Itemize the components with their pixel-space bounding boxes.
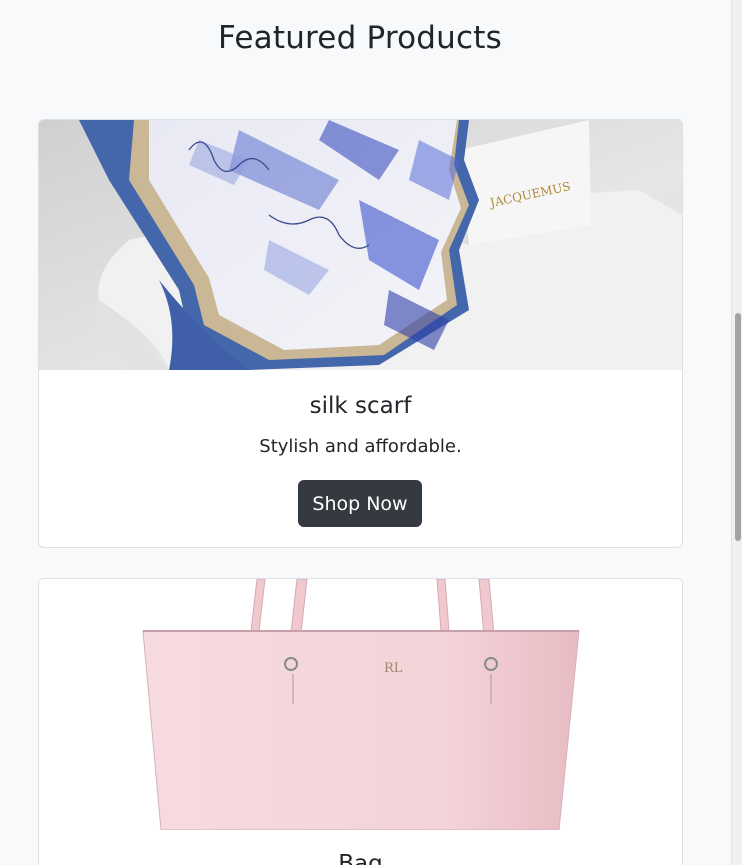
product-image-silk-scarf[interactable]: JACQUEMUS xyxy=(39,120,682,370)
scrollbar-thumb[interactable] xyxy=(735,313,741,541)
shop-now-button[interactable]: Shop Now xyxy=(298,480,422,527)
product-description-silk-scarf: Stylish and affordable. xyxy=(259,436,462,457)
page-viewport: Featured Products JACQUEMUS silk scarf S… xyxy=(0,0,731,865)
vertical-scrollbar[interactable] xyxy=(731,0,742,865)
product-title-bag: Bag xyxy=(338,851,383,865)
page-title: Featured Products xyxy=(218,20,502,56)
product-title-silk-scarf: silk scarf xyxy=(309,393,412,419)
product-card: RL Bag xyxy=(38,578,683,865)
bag-logo: RL xyxy=(384,661,403,676)
product-image-bag[interactable]: RL xyxy=(39,579,682,830)
product-card: JACQUEMUS silk scarf Stylish and afforda… xyxy=(38,119,683,548)
